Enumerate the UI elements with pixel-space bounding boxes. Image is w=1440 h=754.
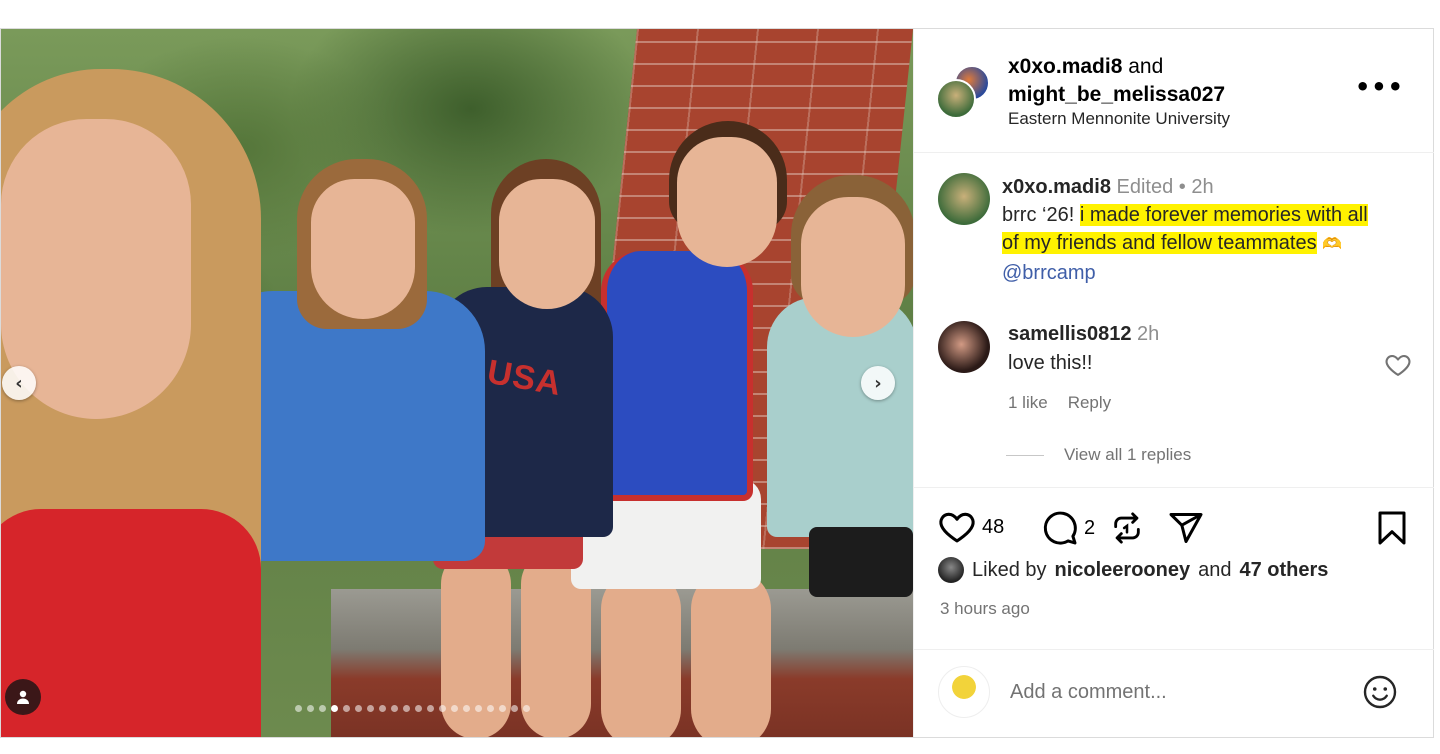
post-timestamp: 3 hours ago	[940, 599, 1030, 618]
comment-text: love this!!	[1008, 352, 1093, 374]
carousel-dot	[439, 705, 446, 712]
carousel-next-button[interactable]: ›	[861, 366, 895, 400]
carousel-dot	[511, 705, 518, 712]
comment-time: 2h	[1137, 323, 1160, 345]
carousel-dot	[451, 705, 458, 712]
collab-usernames: x0xo.madi8 and might_be_melissa027	[1008, 55, 1226, 106]
carousel-dot	[379, 705, 386, 712]
heart-icon[interactable]	[1384, 351, 1412, 379]
carousel-dot	[499, 705, 506, 712]
carousel-dot	[523, 705, 530, 712]
view-replies-button[interactable]: View all 1 replies	[1006, 445, 1191, 465]
repost-action	[1110, 510, 1144, 546]
save-action	[1376, 510, 1408, 546]
user-icon	[17, 690, 29, 704]
carousel-dot	[487, 705, 494, 712]
heart-icon[interactable]	[938, 510, 976, 544]
username-link[interactable]: samellis0812	[1008, 323, 1131, 345]
username-link[interactable]: x0xo.madi8	[1002, 176, 1111, 198]
carousel-dot	[415, 705, 422, 712]
share-icon[interactable]	[1168, 510, 1204, 546]
comment-likes-link[interactable]: 1 like	[1008, 393, 1048, 413]
repost-icon[interactable]	[1110, 510, 1144, 546]
username-link[interactable]: x0xo.madi8	[1008, 55, 1122, 78]
edited-label: Edited	[1116, 176, 1174, 198]
person-4	[601, 251, 753, 501]
likes-link[interactable]: 47 others	[1239, 559, 1328, 582]
carousel-dot	[295, 705, 302, 712]
username-link[interactable]: might_be_melissa027	[1008, 83, 1225, 106]
like-action: 48	[938, 510, 1004, 544]
avatar[interactable]	[938, 321, 990, 373]
carousel-dot	[403, 705, 410, 712]
mention-link[interactable]: @brrcamp	[1002, 262, 1096, 284]
emoji-icon[interactable]	[1362, 674, 1398, 710]
comment-header: samellis0812 2h	[1008, 323, 1159, 346]
bookmark-icon[interactable]	[1376, 510, 1408, 546]
comment-count: 2	[1084, 516, 1096, 539]
avatar[interactable]	[936, 79, 976, 119]
carousel-dot	[367, 705, 374, 712]
tagged-users-button[interactable]	[5, 679, 41, 715]
post-photo[interactable]: USA ‹ ›	[1, 29, 913, 737]
caption-highlight: of my friends and fellow teammates	[1002, 232, 1317, 254]
carousel-dot	[343, 705, 350, 712]
post-side-panel: x0xo.madi8 and might_be_melissa027 Easte…	[913, 29, 1434, 737]
comment-action: 2	[1042, 510, 1095, 546]
avatar[interactable]	[938, 557, 964, 583]
caption-time: 2h	[1191, 176, 1214, 198]
heart-hands-icon: 🫶	[1322, 236, 1343, 253]
post-header: x0xo.madi8 and might_be_melissa027 Easte…	[914, 29, 1434, 153]
post-caption: x0xo.madi8 Edited • 2h brrc ‘26! i made …	[1002, 176, 1368, 284]
comment-actions: 1 like Reply	[1008, 393, 1111, 413]
avatar[interactable]	[938, 173, 990, 225]
carousel-dot	[391, 705, 398, 712]
post-card: USA ‹ › x0xo.madi8 and might_be_melissa0…	[0, 28, 1434, 738]
carousel-prev-button[interactable]: ‹	[2, 366, 36, 400]
reply-button[interactable]: Reply	[1068, 393, 1111, 413]
carousel-dot	[355, 705, 362, 712]
more-options-button[interactable]: •••	[1355, 73, 1404, 101]
caption-text: brrc ‘26!	[1002, 204, 1080, 226]
carousel-dot	[463, 705, 470, 712]
comment-input[interactable]	[1008, 674, 1338, 710]
username-link[interactable]: nicoleerooney	[1055, 559, 1191, 582]
comment-icon[interactable]	[1042, 510, 1078, 546]
avatar[interactable]	[938, 666, 990, 718]
collab-avatars[interactable]	[936, 65, 992, 121]
carousel-dot	[427, 705, 434, 712]
divider	[1006, 454, 1044, 456]
caption-highlight: i made forever memories with all	[1079, 204, 1368, 226]
carousel-dot	[319, 705, 326, 712]
carousel-dot	[475, 705, 482, 712]
carousel-dots	[295, 705, 530, 712]
carousel-dot	[307, 705, 314, 712]
like-count: 48	[982, 515, 1005, 538]
share-action	[1168, 510, 1204, 546]
location-link[interactable]: Eastern Mennonite University	[1008, 109, 1230, 129]
carousel-dot	[331, 705, 338, 712]
liked-by: Liked by nicoleerooney and 47 others	[938, 557, 1328, 583]
add-comment-row	[914, 649, 1434, 737]
